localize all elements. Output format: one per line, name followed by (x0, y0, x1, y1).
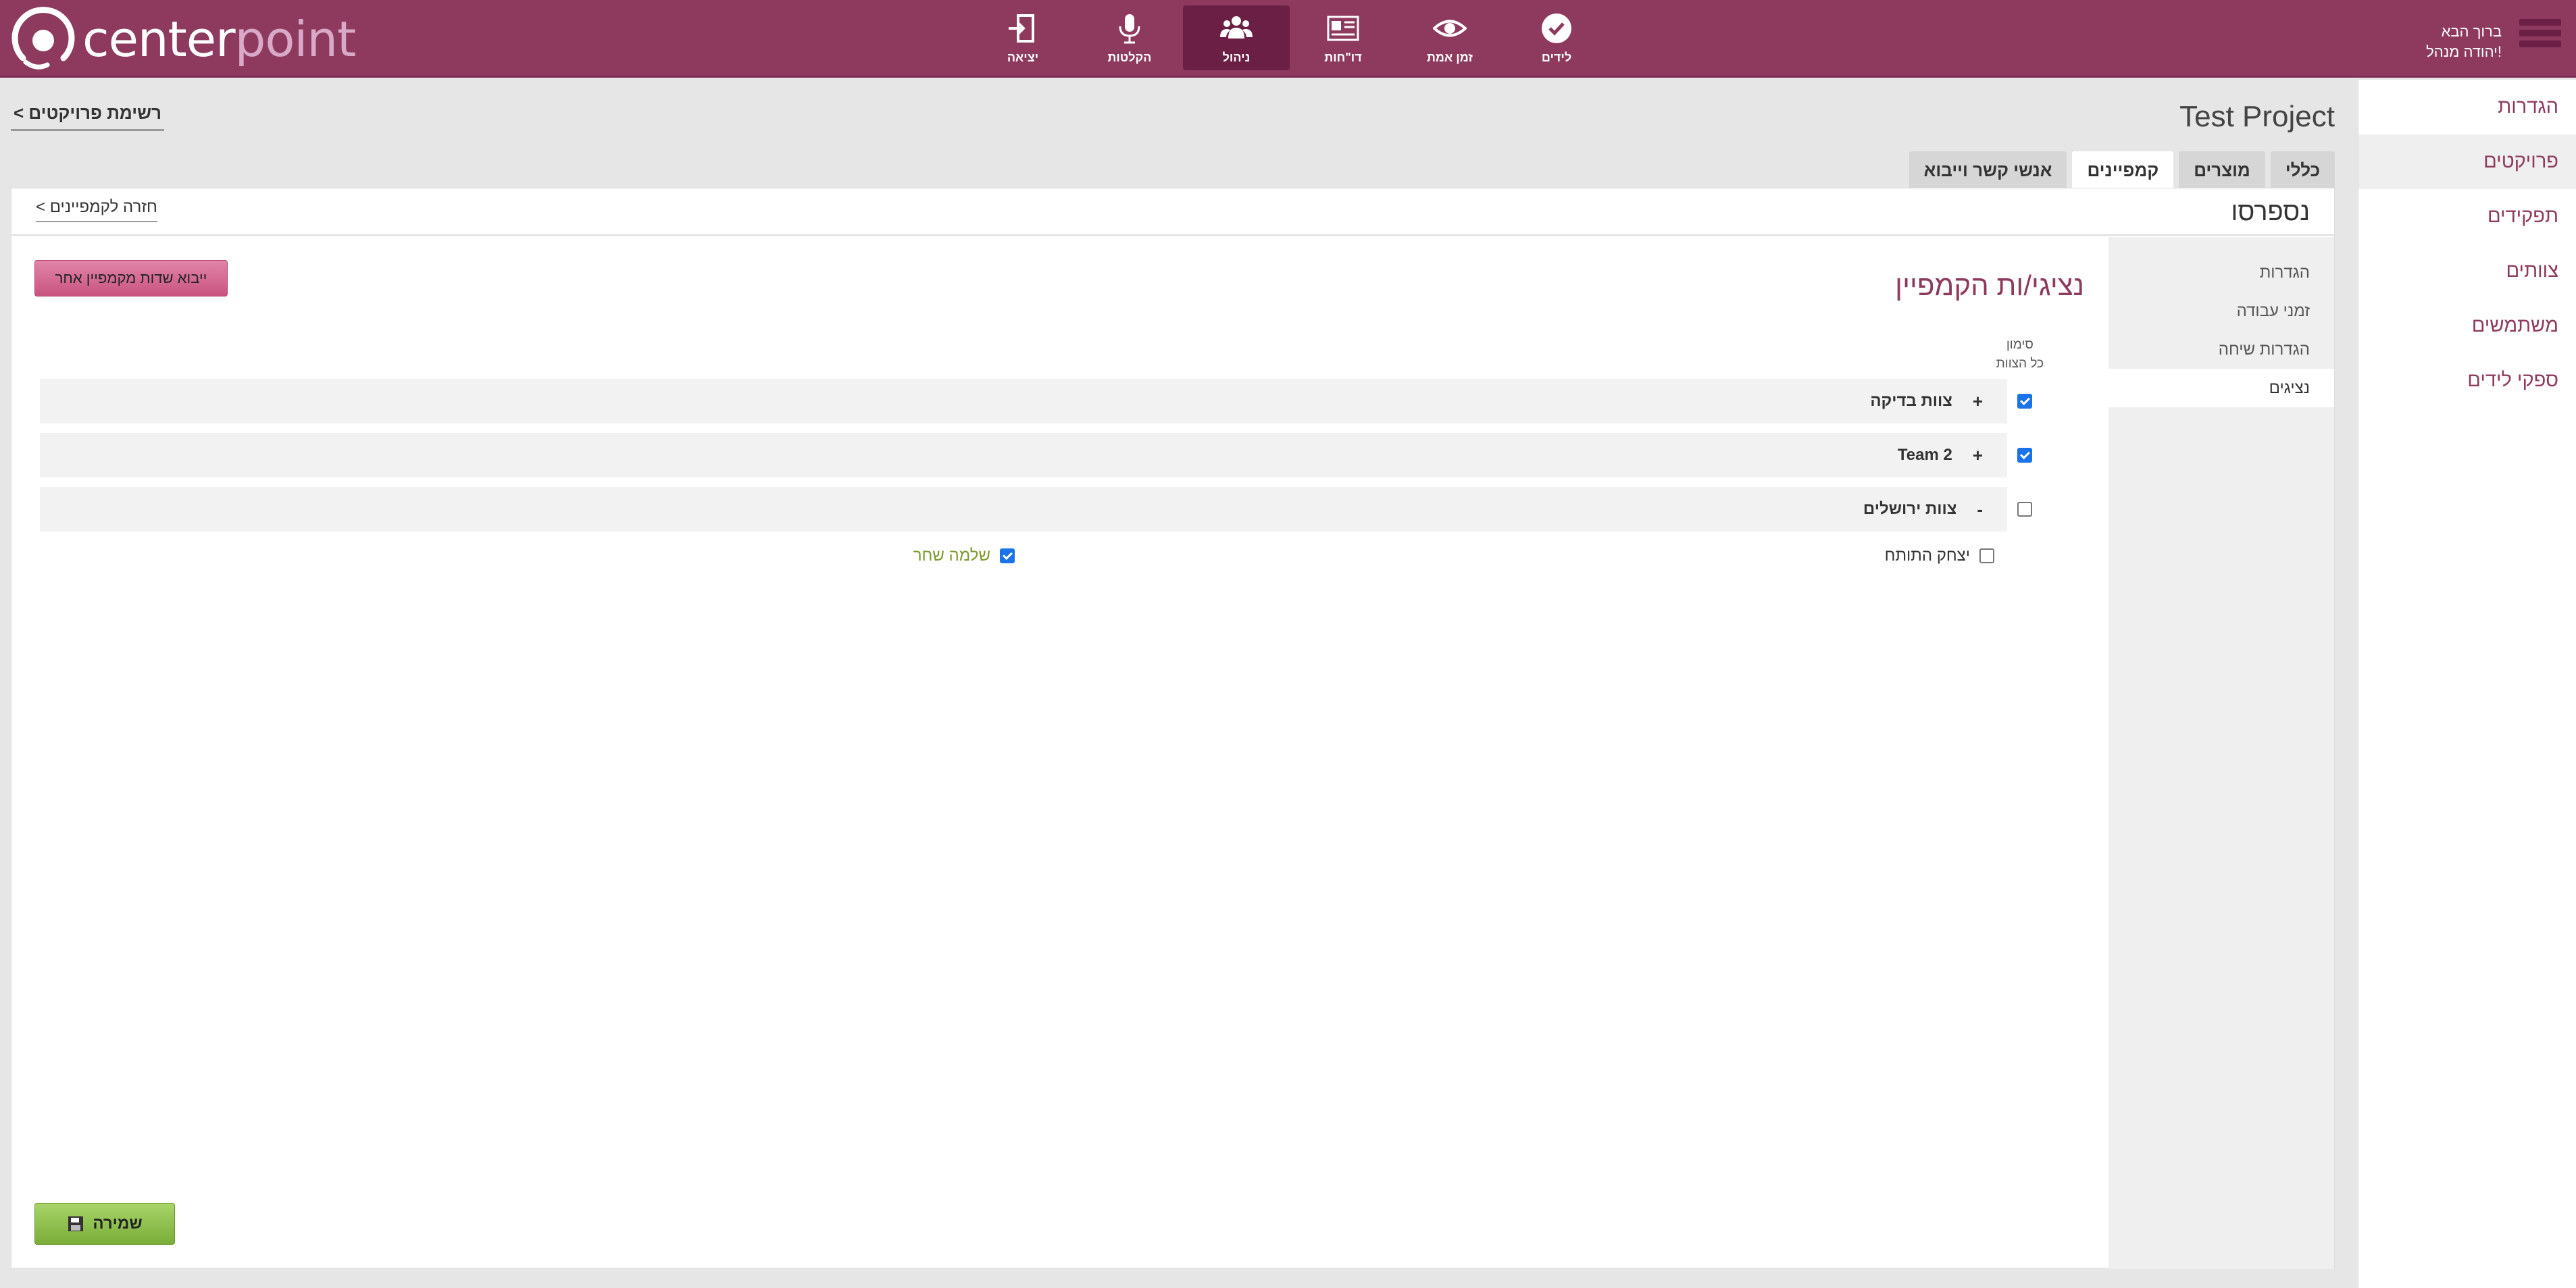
sidebar: הגדרות פרויקטים תפקידים צוותים משתמשים ס… (2358, 80, 2576, 1288)
nav-logout[interactable]: יציאה (969, 5, 1076, 70)
main-nav: יציאה הקלטות ניהול דו"חות זמן אמת לידים (969, 5, 1610, 70)
floppy-disk-icon (68, 1216, 84, 1231)
greeting-text: ברוך הבא (2441, 23, 2502, 40)
sidebar-item-projects[interactable]: פרויקטים (2358, 134, 2576, 189)
nav-label: הקלטות (1107, 50, 1152, 64)
team-row[interactable]: צוות ירושלים - (40, 487, 2007, 532)
member-checkbox[interactable] (1979, 548, 1994, 563)
sidebar-item-users[interactable]: משתמשים (2358, 299, 2576, 353)
users-icon (1220, 16, 1253, 38)
nav-label: לידים (1541, 50, 1572, 64)
nav-label: ניהול (1222, 50, 1251, 64)
member-item: יצחק התותח (1885, 546, 1994, 565)
logo-headset-icon (9, 5, 77, 73)
tab-campaigns[interactable]: קמפיינים (2072, 151, 2174, 189)
team-name: Team 2 (1897, 446, 1952, 464)
team-select-checkbox[interactable] (2017, 448, 2032, 463)
page-title: Test Project (2179, 100, 2335, 133)
user-name: יהודה מנהל! (2426, 43, 2502, 60)
member-checkbox[interactable] (1000, 548, 1015, 563)
checkbox-checked[interactable] (2017, 394, 2032, 409)
save-button[interactable]: שמירה (34, 1203, 175, 1245)
microphone-icon (1119, 14, 1140, 43)
check-circle-icon (1542, 13, 1571, 43)
checkbox-unchecked[interactable] (2017, 502, 2032, 517)
side-nav-agents[interactable]: נציגים (2108, 369, 2334, 407)
sidebar-item-settings[interactable]: הגדרות (2358, 80, 2576, 134)
campaign-side-nav: הגדרות זמני עבודה הגדרות שיחה נציגים (2108, 237, 2334, 1269)
section-title: נציגי/ות הקמפיין (1895, 269, 2084, 301)
team-name: צוות ירושלים (1863, 500, 1957, 518)
nav-label: יציאה (1007, 50, 1039, 64)
top-bar: centerpoint יציאה הקלטות ניהול דו"חות זמ… (0, 0, 2576, 78)
logo-text-point: point (234, 11, 357, 68)
expand-icon[interactable]: + (1973, 445, 1983, 466)
nav-leads[interactable]: לידים (1503, 5, 1610, 70)
logout-icon (1009, 14, 1034, 43)
team-name: צוות בדיקה (1870, 392, 1952, 410)
mark-all-line2: כל הצוות (1996, 357, 2044, 371)
nav-reports[interactable]: דו"חות (1290, 5, 1396, 70)
expand-icon[interactable]: + (1973, 391, 1983, 412)
nav-management[interactable]: ניהול (1183, 5, 1290, 70)
tab-products[interactable]: מוצרים (2179, 151, 2265, 189)
team-row[interactable]: Team 2 + (40, 433, 2007, 478)
member-name: שלמה שחר (913, 546, 990, 565)
checkbox-checked[interactable] (2017, 448, 2032, 463)
campaign-header: נספרסו < חזרה לקמפיינים (11, 188, 2334, 236)
import-fields-button[interactable]: ייבוא שדות מקמפיין אחר (34, 260, 228, 297)
project-tabs: כללי מוצרים קמפיינים אנשי קשר וייבוא (1909, 151, 2335, 189)
side-nav-work-hours[interactable]: זמני עבודה (2108, 292, 2334, 330)
side-nav-settings[interactable]: הגדרות (2108, 253, 2334, 292)
sidebar-item-label: הגדרות (2498, 96, 2558, 118)
nav-realtime[interactable]: זמן אמת (1396, 5, 1503, 70)
report-card-icon (1327, 16, 1359, 41)
team-row[interactable]: צוות בדיקה + (40, 379, 2007, 423)
side-nav-call-settings[interactable]: הגדרות שיחה (2108, 330, 2334, 369)
team-select-checkbox[interactable] (2017, 502, 2032, 517)
save-button-label: שמירה (93, 1214, 143, 1233)
team-select-checkbox[interactable] (2017, 394, 2032, 409)
hamburger-menu-icon[interactable] (2519, 19, 2561, 57)
sidebar-item-label: פרויקטים (2483, 151, 2558, 172)
sidebar-item-label: צוותים (2506, 260, 2558, 282)
tab-general[interactable]: כללי (2270, 151, 2335, 189)
tab-contacts-import[interactable]: אנשי קשר וייבוא (1909, 151, 2067, 189)
sidebar-item-roles[interactable]: תפקידים (2358, 189, 2576, 244)
sidebar-item-teams[interactable]: צוותים (2358, 244, 2576, 299)
logo: centerpoint (9, 5, 357, 73)
logo-text-center: center (82, 11, 236, 68)
logo-text: centerpoint (82, 11, 357, 68)
member-item: שלמה שחר (913, 546, 1015, 565)
nav-label: זמן אמת (1427, 50, 1473, 64)
nav-label: דו"חות (1324, 50, 1362, 64)
back-to-campaigns-link[interactable]: < חזרה לקמפיינים (36, 198, 157, 222)
sidebar-item-label: משתמשים (2471, 315, 2558, 336)
nav-recordings[interactable]: הקלטות (1076, 5, 1183, 70)
sidebar-item-label: תפקידים (2487, 205, 2558, 227)
eye-icon (1433, 20, 1467, 36)
sidebar-item-lead-providers[interactable]: ספקי לידים (2358, 353, 2576, 408)
member-name: יצחק התותח (1884, 546, 1970, 565)
mark-all-line1: סימון (2006, 338, 2034, 352)
back-to-projects-link[interactable]: < רשימת פרויקטים (11, 100, 164, 131)
user-greeting: ברוך הבא יהודה מנהל! (2426, 22, 2502, 62)
sidebar-item-label: ספקי לידים (2467, 369, 2558, 391)
campaign-panel: נספרסו < חזרה לקמפיינים הגדרות זמני עבוד… (11, 188, 2335, 1269)
campaign-name: נספרסו (2231, 198, 2310, 226)
mark-all-header: סימון כל הצוות (1996, 336, 2044, 373)
collapse-icon[interactable]: - (1977, 499, 1983, 520)
